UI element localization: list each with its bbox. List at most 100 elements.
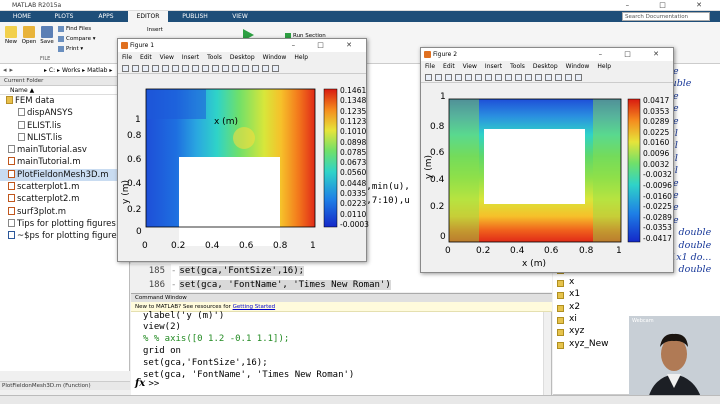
- toolbar-tool-icon[interactable]: [132, 65, 139, 72]
- toolbar-tool-icon[interactable]: [252, 65, 259, 72]
- menu-edit[interactable]: Edit: [140, 54, 152, 61]
- toolbar-tool-icon[interactable]: [202, 65, 209, 72]
- figure-1-window[interactable]: Figure 1 – □ ✕ File Edit View Insert Tools Des…: [117, 38, 369, 262]
- figure-2-titlebar[interactable]: Figure 2 – □ ✕: [421, 48, 673, 61]
- menu-desktop[interactable]: Desktop: [533, 63, 558, 70]
- variable-name[interactable]: x: [569, 277, 574, 287]
- search-documentation-input[interactable]: Search Documentation: [622, 12, 710, 21]
- getting-started-link[interactable]: Getting Started: [233, 304, 276, 310]
- menu-file[interactable]: File: [122, 54, 132, 61]
- file-list-item[interactable]: FEM data: [0, 95, 129, 107]
- menu-window[interactable]: Window: [566, 63, 590, 70]
- file-list-item[interactable]: NLIST.lis: [0, 132, 129, 144]
- variable-icon: [557, 329, 564, 337]
- window-controls[interactable]: – □ ✕: [626, 0, 716, 11]
- variable-name[interactable]: x2: [569, 302, 580, 312]
- figure-1-titlebar[interactable]: Figure 1 – □ ✕: [118, 39, 366, 52]
- variable-name[interactable]: xyz: [569, 326, 584, 336]
- command-scrollbar[interactable]: [543, 312, 551, 395]
- file-list-item[interactable]: surf3plot.m: [0, 206, 129, 218]
- menu-tools[interactable]: Tools: [510, 63, 525, 70]
- address-bar[interactable]: ◂▸ ▸ C: ▸ Works ▸ Matlab ▸: [0, 64, 130, 77]
- toolbar-tool-icon[interactable]: [465, 74, 472, 81]
- file-list-item[interactable]: PlotFieldonMesh3D.m: [0, 168, 129, 182]
- toolbar-tool-icon[interactable]: [162, 65, 169, 72]
- file-list-item[interactable]: Tips for plotting figures in: [0, 218, 129, 230]
- toolbar-tool-icon[interactable]: [535, 74, 542, 81]
- cmd-line: view(2): [143, 321, 181, 333]
- save-button[interactable]: Save: [38, 26, 56, 45]
- toolbar-tool-icon[interactable]: [142, 65, 149, 72]
- menu-edit[interactable]: Edit: [443, 63, 455, 70]
- variable-name[interactable]: xi: [569, 314, 577, 324]
- toolbar-tool-icon[interactable]: [232, 65, 239, 72]
- tab-plots[interactable]: PLOTS: [44, 11, 84, 22]
- tab-apps[interactable]: APPS: [86, 11, 126, 22]
- toolbar-tool-icon[interactable]: [525, 74, 532, 81]
- command-window[interactable]: New to MATLAB? See resources for Getting…: [131, 302, 552, 395]
- toolbar-tool-icon[interactable]: [435, 74, 442, 81]
- command-prompt[interactable]: fx >>: [135, 378, 159, 389]
- figure-1-contour-plot: [145, 88, 338, 246]
- menu-desktop[interactable]: Desktop: [230, 54, 255, 61]
- toolbar-tool-icon[interactable]: [545, 74, 552, 81]
- print-button[interactable]: Print ▾: [58, 45, 83, 53]
- tab-home[interactable]: HOME: [2, 11, 42, 22]
- toolbar-tool-icon[interactable]: [555, 74, 562, 81]
- menu-view[interactable]: View: [160, 54, 174, 61]
- menu-file[interactable]: File: [425, 63, 435, 70]
- toolbar-tool-icon[interactable]: [515, 74, 522, 81]
- colorbar-tick-label: 0.0417: [643, 96, 670, 105]
- toolbar-tool-icon[interactable]: [475, 74, 482, 81]
- editor-line-186[interactable]: 186- set(gca, 'FontName', 'Times New Roma…: [131, 278, 552, 292]
- file-list-item[interactable]: mainTutorial.m: [0, 156, 129, 168]
- figure-2-title: Figure 2: [433, 51, 458, 58]
- menu-view[interactable]: View: [463, 63, 477, 70]
- toolbar-tool-icon[interactable]: [495, 74, 502, 81]
- toolbar-tool-icon[interactable]: [425, 74, 432, 81]
- new-button[interactable]: New: [2, 26, 20, 45]
- name-column-header[interactable]: Name ▲: [0, 86, 129, 95]
- file-list-item[interactable]: ~$ps for plotting figures: [0, 230, 129, 242]
- variable-name[interactable]: xyz_New: [569, 339, 609, 349]
- tab-editor[interactable]: EDITOR: [128, 11, 168, 22]
- find-files-button[interactable]: Find Files: [58, 25, 91, 33]
- toolbar-tool-icon[interactable]: [445, 74, 452, 81]
- file-list-item[interactable]: ELIST.lis: [0, 120, 129, 132]
- toolbar-tool-icon[interactable]: [222, 65, 229, 72]
- toolbar-tool-icon[interactable]: [272, 65, 279, 72]
- toolbar-tool-icon[interactable]: [152, 65, 159, 72]
- nav-arrows-icon[interactable]: ◂▸: [3, 64, 16, 77]
- figure-1-window-controls[interactable]: – □ ✕: [292, 39, 362, 52]
- menu-insert[interactable]: Insert: [485, 63, 502, 70]
- toolbar-tool-icon[interactable]: [262, 65, 269, 72]
- toolbar-tool-icon[interactable]: [575, 74, 582, 81]
- variable-name[interactable]: x1: [569, 289, 580, 299]
- toolbar-tool-icon[interactable]: [182, 65, 189, 72]
- file-list-item[interactable]: scatterplot2.m: [0, 193, 129, 205]
- tab-view[interactable]: VIEW: [220, 11, 260, 22]
- menu-help[interactable]: Help: [294, 54, 308, 61]
- file-list-item[interactable]: scatterplot1.m: [0, 181, 129, 193]
- toolbar-tool-icon[interactable]: [122, 65, 129, 72]
- toolbar-tool-icon[interactable]: [505, 74, 512, 81]
- tab-publish[interactable]: PUBLISH: [175, 11, 215, 22]
- toolbar-tool-icon[interactable]: [242, 65, 249, 72]
- menu-tools[interactable]: Tools: [207, 54, 222, 61]
- compare-button[interactable]: Compare ▾: [58, 35, 95, 43]
- figure-2-window[interactable]: Figure 2 – □ ✕ File Edit View Insert Tools Des…: [420, 47, 674, 273]
- toolbar-tool-icon[interactable]: [455, 74, 462, 81]
- toolbar-tool-icon[interactable]: [212, 65, 219, 72]
- figure-2-window-controls[interactable]: – □ ✕: [599, 48, 669, 61]
- toolbar-tool-icon[interactable]: [565, 74, 572, 81]
- toolbar-tool-icon[interactable]: [485, 74, 492, 81]
- open-button[interactable]: Open: [20, 26, 38, 45]
- file-list-item[interactable]: dispANSYS: [0, 107, 129, 119]
- insert-button[interactable]: Insert: [147, 26, 163, 34]
- menu-window[interactable]: Window: [263, 54, 287, 61]
- menu-help[interactable]: Help: [597, 63, 611, 70]
- file-list-item[interactable]: mainTutorial.asv: [0, 144, 129, 156]
- menu-insert[interactable]: Insert: [182, 54, 199, 61]
- toolbar-tool-icon[interactable]: [192, 65, 199, 72]
- toolbar-tool-icon[interactable]: [172, 65, 179, 72]
